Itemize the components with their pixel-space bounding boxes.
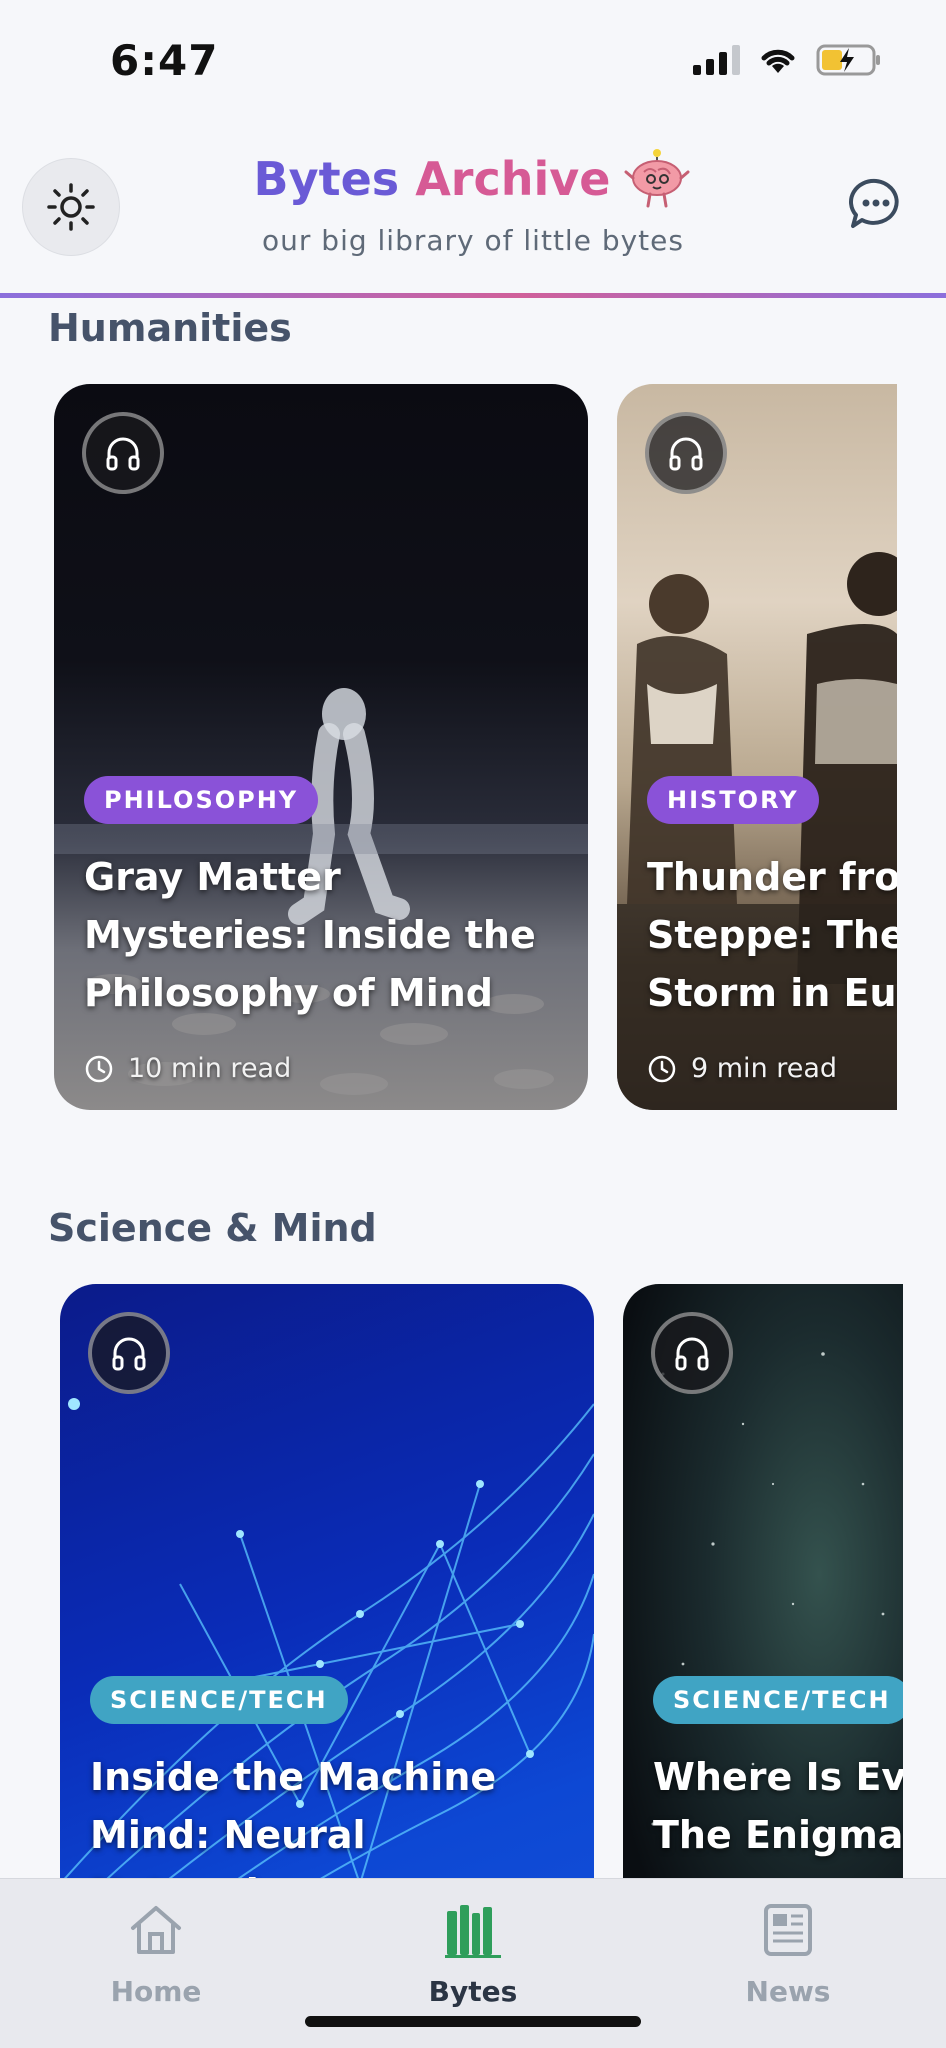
listen-button[interactable] <box>82 412 164 494</box>
category-badge: HISTORY <box>647 776 819 824</box>
byte-card[interactable]: SCIENCE/TECH Where Is Eve The Enigma <box>623 1284 903 1878</box>
newspaper-icon <box>764 1904 812 1956</box>
section-title-humanities: Humanities <box>48 306 292 350</box>
card-title: Where Is Eve The Enigma <box>653 1748 903 1864</box>
headphones-icon <box>669 437 703 471</box>
status-icons <box>693 44 882 76</box>
brain-mascot-icon <box>624 149 690 208</box>
status-time: 6:47 <box>110 36 219 85</box>
read-time: 10 min read <box>84 1053 291 1084</box>
tab-home-label: Home <box>110 1975 202 2008</box>
read-time-label: 10 min read <box>128 1053 292 1084</box>
bookshelf-icon <box>445 1905 501 1958</box>
card-title: Inside the Machine Mind: Neural Networks <box>90 1755 497 1878</box>
category-badge: SCIENCE/TECH <box>90 1676 348 1724</box>
tab-bytes[interactable]: Bytes <box>373 1899 573 2008</box>
wifi-icon <box>761 49 795 73</box>
app-header: Bytes Archive our big library of little … <box>0 130 946 293</box>
home-icon <box>131 1906 181 1954</box>
card-title-line: Thunder fro <box>647 855 897 899</box>
category-badge: PHILOSOPHY <box>84 776 319 824</box>
headphones-icon <box>106 437 140 471</box>
page-subtitle: our big library of little bytes <box>262 224 684 257</box>
card-title-line: The Enigma <box>653 1813 903 1857</box>
listen-button[interactable] <box>88 1312 170 1394</box>
clock-icon <box>648 1055 676 1082</box>
status-bar: 6:47 <box>0 0 946 130</box>
headphones-icon <box>675 1337 709 1371</box>
category-badge: SCIENCE/TECH <box>653 1676 903 1724</box>
tab-home[interactable]: Home <box>56 1899 256 2008</box>
tab-news-label: News <box>745 1975 831 2008</box>
title-word-archive: Archive <box>415 152 611 206</box>
listen-button[interactable] <box>645 412 727 494</box>
tab-bytes-label: Bytes <box>428 1975 518 2008</box>
headphones-icon <box>112 1337 146 1371</box>
card-title-line: Steppe: The <box>647 913 897 957</box>
card-title: Gray Matter Mysteries: Inside the Philos… <box>84 855 536 1015</box>
card-title: Thunder fro Steppe: The Storm in Eur <box>647 848 897 1022</box>
tab-news[interactable]: News <box>688 1899 888 2008</box>
byte-card[interactable]: SCIENCE/TECH Inside the Machine Mind: Ne… <box>60 1284 594 1878</box>
title-word-bytes: Bytes <box>253 152 400 206</box>
read-time: 9 min read <box>647 1053 837 1084</box>
battery-charging-icon <box>816 44 880 76</box>
byte-card[interactable]: HISTORY Thunder fro Steppe: The Storm in… <box>617 384 897 1110</box>
home-indicator <box>305 2016 641 2027</box>
byte-card[interactable]: PHILOSOPHY Gray Matter Mysteries: Inside… <box>54 384 588 1110</box>
card-title-line: Where Is Eve <box>653 1755 903 1799</box>
page-title: Bytes Archive <box>254 148 693 210</box>
card-title-line: Storm in Eur <box>647 971 897 1015</box>
clock-icon <box>85 1055 113 1082</box>
read-time-label: 9 min read <box>691 1053 838 1084</box>
section-title-science-mind: Science & Mind <box>48 1206 377 1250</box>
chat-button[interactable] <box>846 174 906 234</box>
cellular-signal-icon <box>693 45 740 75</box>
chat-bubble-icon <box>849 178 899 228</box>
listen-button[interactable] <box>651 1312 733 1394</box>
header-title-block: Bytes Archive our big library of little … <box>0 148 946 257</box>
archive-content[interactable]: Humanities PHILOSOPHY Gray Matter Myster… <box>0 298 946 1878</box>
